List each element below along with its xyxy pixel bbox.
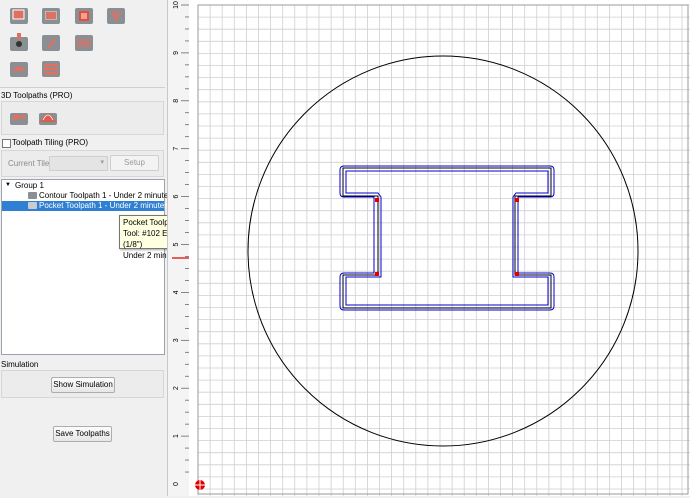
tool-marker <box>375 198 379 202</box>
show-simulation-button[interactable]: Show Simulation <box>51 377 115 393</box>
pocket-toolpath-icon[interactable] <box>40 5 62 27</box>
tool-marker <box>515 198 519 202</box>
profile-toolpath-icon[interactable] <box>8 5 30 27</box>
ruler-label: 7 <box>173 147 180 151</box>
3d-finishing-icon[interactable] <box>37 106 59 128</box>
drill-toolpath-icon[interactable] <box>8 32 30 54</box>
tool-marker <box>375 272 379 276</box>
ruler-label: 3 <box>173 338 180 342</box>
tree-item-pocket[interactable]: Pocket Toolpath 1 - Under 2 minutes <box>2 201 168 211</box>
3d-toolpaths-title: 3D Toolpaths (PRO) <box>1 91 73 100</box>
ruler-label: 0 <box>173 482 180 486</box>
simulation-group: Show Simulation <box>1 370 164 398</box>
engrave-toolpath-icon[interactable] <box>40 32 62 54</box>
vertical-ruler: 10 9 8 7 6 5 4 3 2 1 0 <box>167 0 190 496</box>
ruler-label: 2 <box>173 386 180 390</box>
inlay-toolpath-icon[interactable] <box>73 5 95 27</box>
current-tile-label: Current Tile <box>8 159 50 168</box>
fluting-toolpath-icon[interactable] <box>40 58 62 80</box>
pocket-toolpath-outline[interactable] <box>339 165 555 311</box>
ruler-ticks: 109876543210 <box>172 1 190 486</box>
tree-group-label[interactable]: Group 1 <box>15 181 44 191</box>
tiling-group: Current Tile ▾ Setup <box>1 150 164 177</box>
ruler-label: 4 <box>173 290 180 294</box>
ruler-label: 5 <box>173 242 180 246</box>
chevron-down-icon: ▾ <box>100 159 104 166</box>
divider <box>0 87 165 88</box>
current-tile-select[interactable]: ▾ <box>49 156 108 171</box>
ruler-label: 10 <box>173 1 180 9</box>
ruler-label: 1 <box>173 434 180 438</box>
collapse-arrow-icon[interactable]: ▼ <box>5 182 11 188</box>
moulding-toolpath-icon[interactable] <box>8 58 30 80</box>
tree-item-contour[interactable]: Contour Toolpath 1 - Under 2 minutes <box>28 191 172 201</box>
3d-toolpaths-group <box>1 101 164 135</box>
canvas-drawing <box>195 4 690 496</box>
vcarve-toolpath-icon[interactable] <box>105 5 127 27</box>
ruler-label: 8 <box>173 99 180 103</box>
material-boundary <box>197 4 689 495</box>
tiling-label: Toolpath Tiling (PRO) <box>12 138 89 147</box>
texture-toolpath-icon[interactable] <box>73 32 95 54</box>
tiling-checkbox[interactable] <box>2 139 11 148</box>
ruler-label: 9 <box>173 51 180 55</box>
tree-item-label: Contour Toolpath 1 - Under 2 minutes <box>39 191 173 200</box>
3d-roughing-icon[interactable] <box>8 106 30 128</box>
toolpath-tree: ▼ Group 1 Contour Toolpath 1 - Under 2 m… <box>1 179 172 355</box>
setup-button[interactable]: Setup <box>110 155 159 171</box>
save-toolpaths-button[interactable]: Save Toolpaths <box>53 426 112 442</box>
tool-marker <box>515 272 519 276</box>
tree-item-label: Pocket Toolpath 1 - Under 2 minutes <box>39 201 169 210</box>
design-canvas[interactable] <box>189 0 690 496</box>
simulation-title: Simulation <box>1 360 39 369</box>
ruler-label: 6 <box>173 195 180 199</box>
toolpath-item-icon <box>28 202 37 210</box>
toolpath-item-icon <box>28 192 37 200</box>
